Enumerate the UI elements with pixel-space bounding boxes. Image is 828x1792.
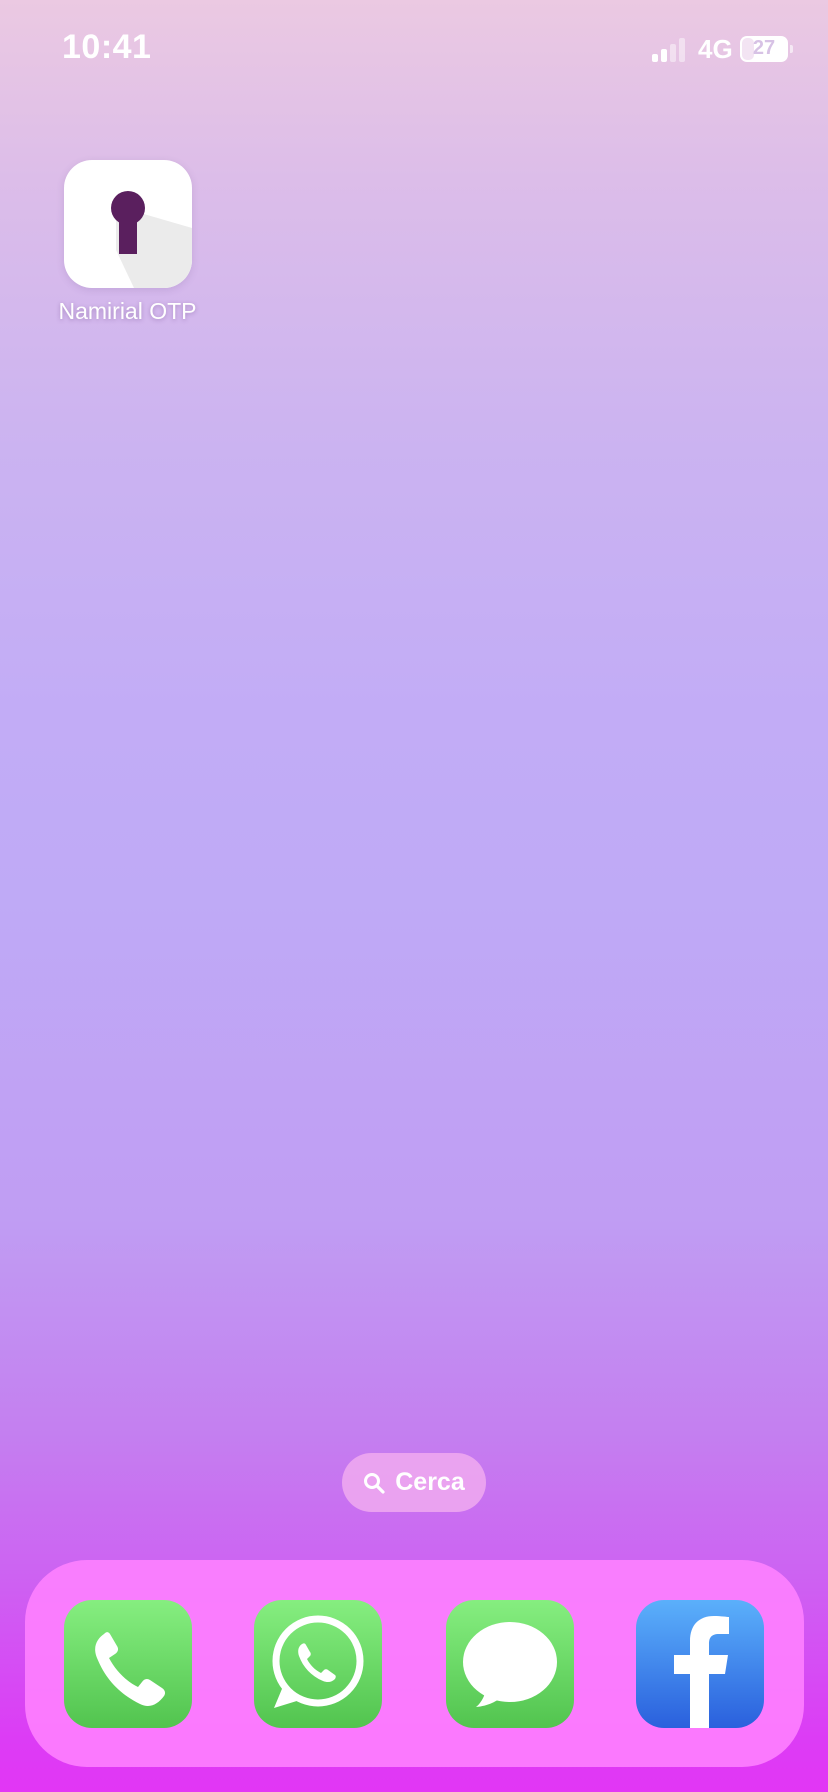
status-bar: 10:41 4G 27 [0,0,828,100]
cellular-signal-icon [652,38,688,62]
whatsapp-icon[interactable] [254,1600,382,1728]
phone-icon[interactable] [64,1600,192,1728]
messages-icon[interactable] [446,1600,574,1728]
battery-cap [790,45,793,53]
app-namirial-otp[interactable]: Namirial OTP [40,160,215,325]
battery-icon: 27 [740,36,788,62]
search-button[interactable]: Cerca [342,1453,486,1512]
status-clock: 10:41 [62,28,152,66]
search-label: Cerca [395,1468,465,1496]
facebook-icon[interactable] [636,1600,764,1728]
app-label: Namirial OTP [58,298,197,324]
battery-percentage: 27 [752,37,776,59]
network-type: 4G [698,34,733,64]
magnifier-icon [363,1472,385,1494]
dock [25,1560,804,1767]
keyhole-icon[interactable] [63,160,192,288]
